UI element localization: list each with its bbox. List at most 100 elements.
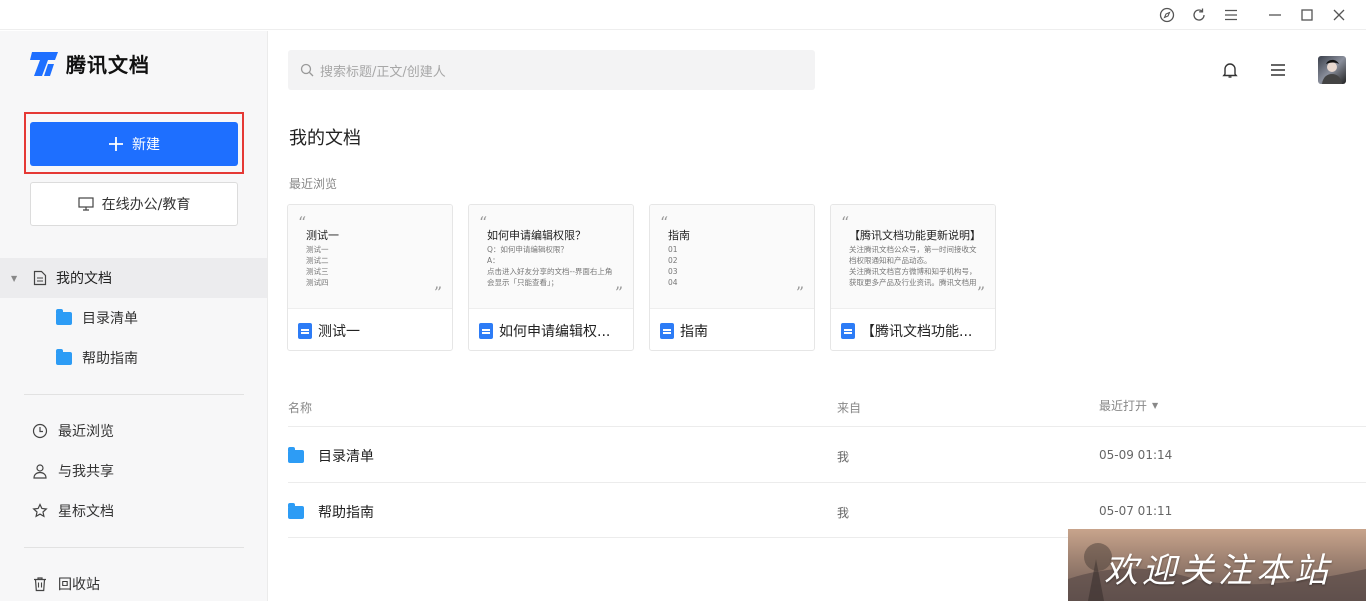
app-logo: 腾讯文档 bbox=[30, 49, 150, 78]
folder-icon bbox=[288, 502, 304, 519]
row-from: 我 bbox=[837, 450, 850, 464]
online-office-button[interactable]: 在线办公/教育 bbox=[30, 182, 238, 226]
column-header-name[interactable]: 名称 bbox=[288, 399, 312, 416]
card-preview: “ 指南 01 02 03 04 ” bbox=[650, 205, 814, 309]
sidebar-item-recent[interactable]: 最近浏览 bbox=[32, 421, 114, 441]
new-button[interactable]: 新建 bbox=[30, 122, 238, 166]
preview-text: 关注腾讯文档公众号，第一时间接收文档权限通知和产品动态。 关注腾讯文档官方微博和知… bbox=[849, 245, 977, 287]
watermark-text: 欢迎关注本站 bbox=[1104, 551, 1332, 591]
card-footer: 指南 bbox=[660, 321, 810, 341]
bell-icon[interactable] bbox=[1221, 61, 1239, 83]
row-name: 目录清单 bbox=[318, 449, 374, 465]
sort-down-icon[interactable]: ▼ bbox=[1152, 401, 1158, 410]
quote-open-icon: “ bbox=[298, 213, 307, 232]
column-header-label: 最近打开 bbox=[1099, 399, 1148, 413]
table-divider bbox=[288, 482, 1366, 483]
column-header-opened[interactable]: 最近打开 ▼ bbox=[1099, 397, 1158, 414]
recent-card[interactable]: “ 测试一 测试一 测试二 测试三 测试四 ” 测试一 bbox=[287, 204, 453, 351]
menu-icon[interactable] bbox=[1222, 6, 1240, 24]
table-divider bbox=[288, 426, 1366, 427]
folder-icon bbox=[56, 308, 72, 325]
preview-title: 如何申请编辑权限？ bbox=[487, 229, 586, 242]
table-row[interactable]: 帮助指南 bbox=[288, 502, 374, 522]
card-footer: 【腾讯文档功能... bbox=[841, 321, 991, 341]
sidebar-folder-help[interactable]: 帮助指南 bbox=[56, 348, 138, 368]
sidebar-item-starred[interactable]: 星标文档 bbox=[32, 501, 114, 521]
sidebar-item-label: 与我共享 bbox=[58, 464, 114, 480]
recent-section-label: 最近浏览 bbox=[289, 177, 338, 191]
sidebar-folder-catalog[interactable]: 目录清单 bbox=[56, 308, 138, 328]
watermark-overlay: 欢迎关注本站 bbox=[1068, 529, 1366, 601]
preview-text: 01 02 03 04 bbox=[668, 245, 678, 287]
compass-icon[interactable] bbox=[1158, 6, 1176, 24]
quote-open-icon: “ bbox=[479, 213, 488, 232]
folder-icon bbox=[56, 348, 72, 365]
window-title-bar bbox=[0, 0, 1366, 30]
document-icon bbox=[33, 270, 47, 286]
menu-icon[interactable] bbox=[1269, 61, 1287, 83]
quote-open-icon: “ bbox=[660, 213, 669, 232]
search-bar[interactable]: 搜索标题/正文/创建人 bbox=[288, 50, 815, 90]
sidebar-item-label: 我的文档 bbox=[56, 271, 112, 287]
app-name: 腾讯文档 bbox=[66, 53, 150, 77]
refresh-icon[interactable] bbox=[1190, 6, 1208, 24]
monitor-icon bbox=[78, 197, 94, 211]
sidebar-item-label: 星标文档 bbox=[58, 504, 114, 520]
close-icon[interactable] bbox=[1330, 6, 1348, 24]
card-name: 测试一 bbox=[318, 324, 360, 340]
row-from: 我 bbox=[837, 506, 850, 520]
sidebar-item-trash[interactable]: 回收站 bbox=[32, 574, 100, 594]
quote-close-icon: ” bbox=[976, 283, 985, 302]
card-preview: “ 如何申请编辑权限？ Q：如何申请编辑权限？ A： 点击进入好友分享的文档--界面… bbox=[469, 205, 633, 309]
sidebar-item-my-docs[interactable]: ▼ 我的文档 bbox=[0, 258, 267, 298]
sidebar-divider bbox=[24, 394, 244, 395]
quote-close-icon: ” bbox=[795, 283, 804, 302]
doc-share-icon bbox=[841, 323, 855, 339]
card-name: 【腾讯文档功能... bbox=[861, 324, 973, 340]
avatar[interactable] bbox=[1318, 56, 1346, 84]
trash-icon bbox=[34, 577, 46, 592]
search-input[interactable]: 搜索标题/正文/创建人 bbox=[320, 61, 446, 80]
doc-share-icon bbox=[479, 323, 493, 339]
card-name: 如何申请编辑权... bbox=[499, 324, 611, 340]
caret-down-icon[interactable]: ▼ bbox=[11, 274, 17, 283]
minimize-icon[interactable] bbox=[1266, 6, 1284, 24]
recent-card[interactable]: “ 指南 01 02 03 04 ” 指南 bbox=[649, 204, 815, 351]
recent-card[interactable]: “ 【腾讯文档功能更新说明】 关注腾讯文档公众号，第一时间接收文档权限通知和产品… bbox=[830, 204, 996, 351]
star-icon bbox=[32, 503, 48, 518]
sidebar-item-label: 最近浏览 bbox=[58, 424, 114, 440]
table-row[interactable]: 目录清单 bbox=[288, 446, 374, 466]
card-name: 指南 bbox=[680, 324, 708, 340]
doc-icon bbox=[298, 323, 312, 339]
user-icon bbox=[33, 464, 47, 479]
sidebar-item-label: 目录清单 bbox=[82, 311, 138, 327]
table-divider bbox=[288, 537, 1068, 538]
preview-title: 指南 bbox=[668, 229, 690, 242]
sidebar-divider bbox=[24, 547, 244, 548]
card-footer: 测试一 bbox=[298, 321, 448, 341]
preview-title: 测试一 bbox=[306, 229, 339, 242]
search-icon bbox=[300, 63, 314, 77]
page-title: 我的文档 bbox=[289, 128, 361, 149]
preview-text: 测试一 测试二 测试三 测试四 bbox=[306, 245, 329, 287]
plus-icon bbox=[109, 137, 123, 151]
sidebar-item-label: 回收站 bbox=[58, 577, 100, 593]
card-preview: “ 【腾讯文档功能更新说明】 关注腾讯文档公众号，第一时间接收文档权限通知和产品… bbox=[831, 205, 995, 309]
preview-text: Q：如何申请编辑权限？ A： 点击进入好友分享的文档--界面右上角会显示「只能查看」… bbox=[487, 245, 613, 287]
recent-card[interactable]: “ 如何申请编辑权限？ Q：如何申请编辑权限？ A： 点击进入好友分享的文档--界面… bbox=[468, 204, 634, 351]
card-footer: 如何申请编辑权... bbox=[479, 321, 629, 341]
row-name: 帮助指南 bbox=[318, 505, 374, 521]
new-button-label: 新建 bbox=[132, 137, 160, 153]
folder-icon bbox=[288, 446, 304, 463]
quote-open-icon: “ bbox=[841, 213, 850, 232]
tencent-docs-logo-icon bbox=[30, 51, 58, 76]
row-opened: 05-07 01:11 bbox=[1099, 504, 1173, 518]
sidebar-item-shared[interactable]: 与我共享 bbox=[32, 461, 114, 481]
card-preview: “ 测试一 测试一 测试二 测试三 测试四 ” bbox=[288, 205, 452, 309]
online-office-label: 在线办公/教育 bbox=[101, 197, 191, 213]
sidebar: 腾讯文档 新建 在线办公/教育 ▼ 我的文档 目录清单 帮助指南 最近浏览 与我… bbox=[0, 31, 268, 601]
column-header-from[interactable]: 来自 bbox=[837, 399, 861, 416]
maximize-icon[interactable] bbox=[1298, 6, 1316, 24]
row-opened: 05-09 01:14 bbox=[1099, 448, 1173, 462]
sidebar-item-label: 帮助指南 bbox=[82, 351, 138, 367]
